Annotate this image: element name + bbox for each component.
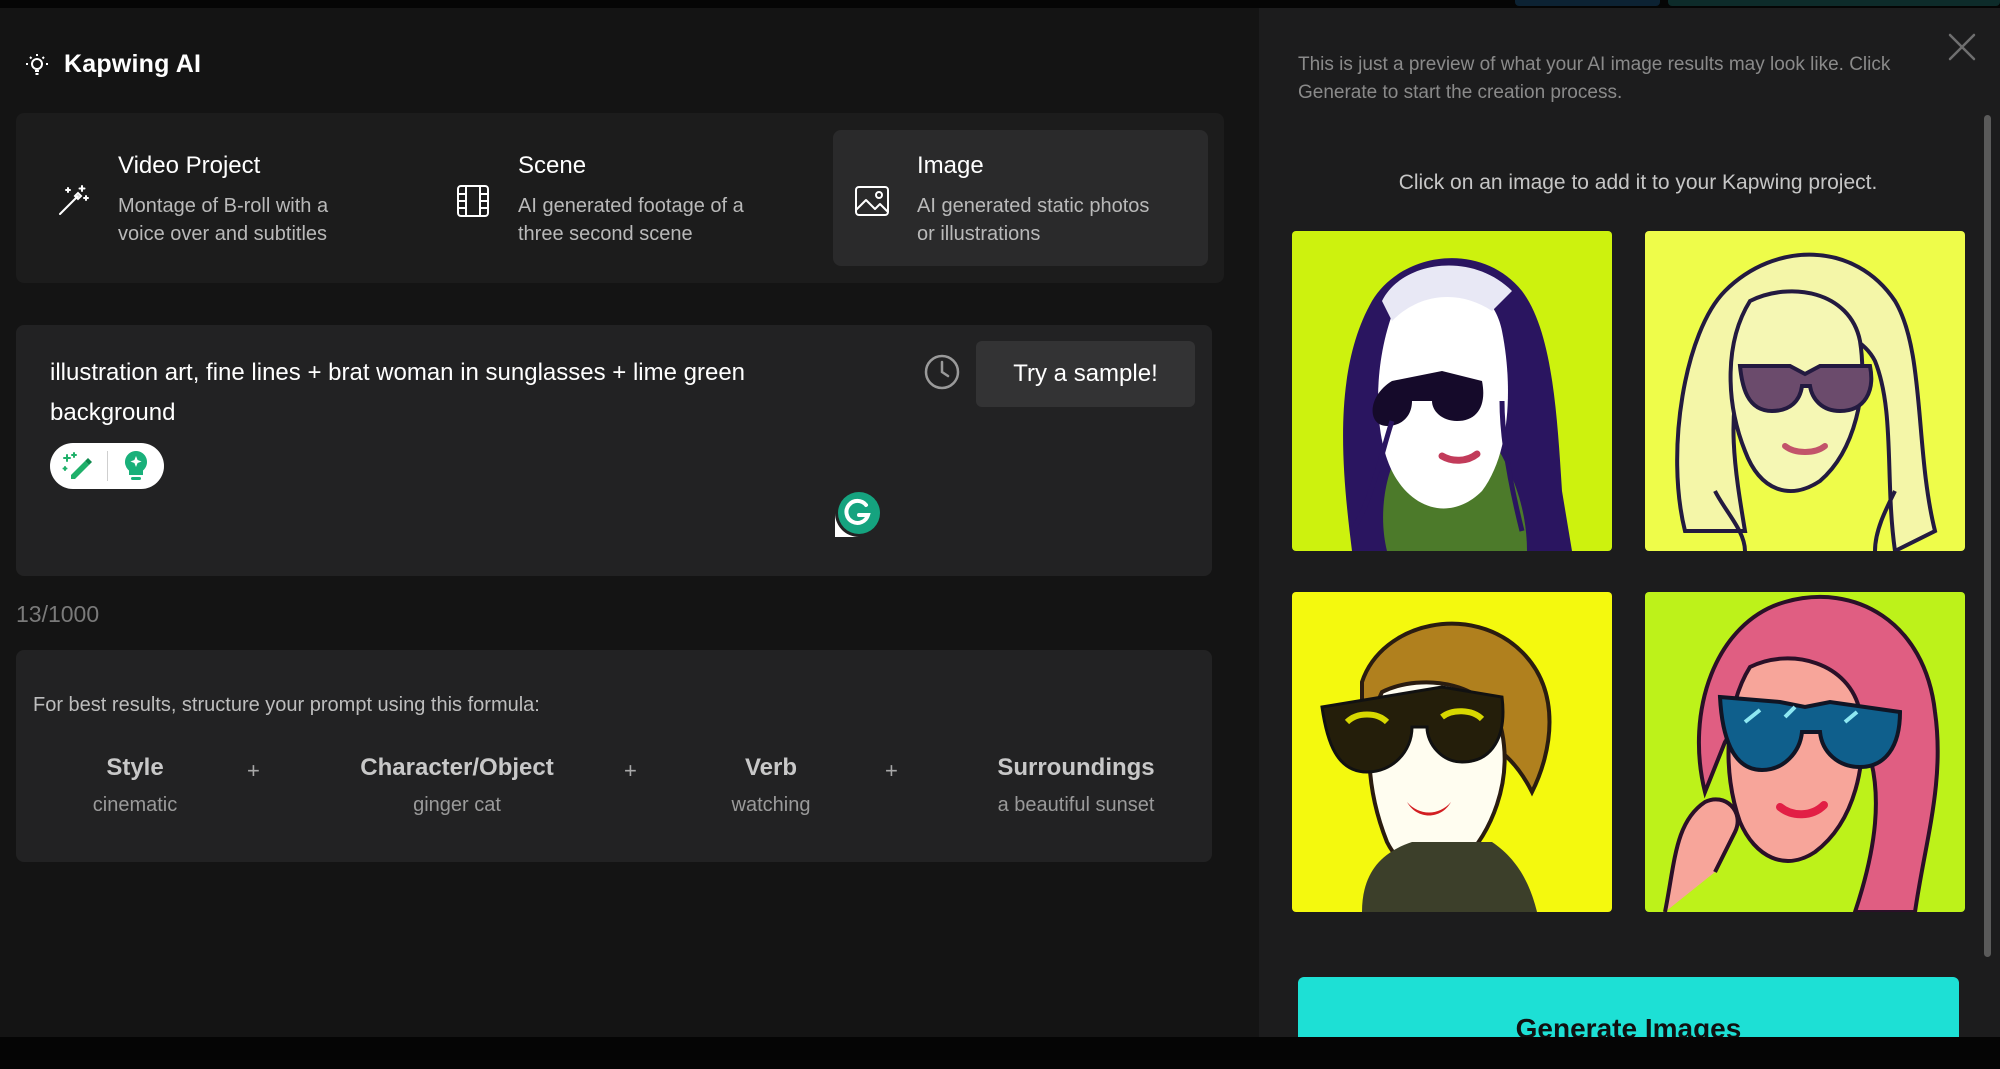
lightbulb-icon xyxy=(26,53,48,75)
mode-image[interactable]: Image AI generated static photos or illu… xyxy=(833,130,1208,266)
woman-illustration xyxy=(1645,592,1965,912)
formula-part-example: watching xyxy=(731,794,811,816)
mode-description: voice over and subtitles xyxy=(118,223,328,245)
film-icon xyxy=(457,185,489,217)
formula-surroundings: Surroundings a beautiful sunset xyxy=(956,754,1196,817)
formula-part-example: ginger cat xyxy=(413,794,501,816)
formula-character: Character/Object ginger cat xyxy=(326,754,588,817)
preview-image-4[interactable] xyxy=(1645,592,1965,912)
mode-title: Image xyxy=(917,152,984,179)
top-tab-2 xyxy=(1668,0,2000,6)
formula-part-example: cinematic xyxy=(92,794,178,816)
woman-illustration xyxy=(1292,231,1612,551)
generate-images-label: Generate Images xyxy=(1515,1013,1742,1037)
grammarly-icon[interactable] xyxy=(833,487,885,539)
brand-title: Kapwing AI xyxy=(64,50,202,78)
formula-plus: + xyxy=(885,758,898,783)
try-sample-button[interactable]: Try a sample! xyxy=(976,341,1195,407)
preview-image-1[interactable] xyxy=(1292,231,1612,551)
image-icon xyxy=(855,186,889,216)
prompt-input[interactable]: illustration art, fine lines + brat woma… xyxy=(50,353,850,433)
brand-header: Kapwing AI xyxy=(24,50,201,79)
formula-part-title: Character/Object xyxy=(360,754,554,781)
prompt-tools xyxy=(50,443,164,489)
formula-guide: For best results, structure your prompt … xyxy=(16,650,1212,862)
preview-scrollbar[interactable] xyxy=(1984,115,1991,957)
formula-heading: For best results, structure your prompt … xyxy=(33,694,540,716)
lightbulb-icon xyxy=(124,451,147,480)
prompt-box[interactable]: illustration art, fine lines + brat woma… xyxy=(16,325,1212,576)
preview-note: This is just a preview of what your AI i… xyxy=(1298,54,1891,103)
formula-verb: Verb watching xyxy=(696,754,846,817)
mode-description: or illustrations xyxy=(917,223,1041,245)
formula-part-title: Verb xyxy=(744,754,798,781)
woman-illustration xyxy=(1292,592,1612,912)
mode-title: Video Project xyxy=(118,152,261,179)
generate-images-button[interactable]: Generate Images xyxy=(1298,977,1959,1037)
woman-illustration xyxy=(1645,231,1965,551)
formula-part-title: Surroundings xyxy=(997,754,1155,781)
mode-video-project[interactable]: Video Project Montage of B-roll with a v… xyxy=(16,130,391,266)
magic-wand-icon xyxy=(59,185,89,215)
magic-pencil-icon xyxy=(62,452,93,479)
top-tab-1 xyxy=(1515,0,1660,6)
idea-button[interactable] xyxy=(107,443,164,489)
history-clock-icon[interactable] xyxy=(923,353,961,391)
formula-plus: + xyxy=(247,758,260,783)
mode-selector: Video Project Montage of B-roll with a v… xyxy=(16,113,1224,283)
formula-style: Style cinematic xyxy=(54,754,216,817)
mode-scene[interactable]: Scene AI generated footage of a three se… xyxy=(416,130,791,266)
preview-hint: Click on an image to add it to your Kapw… xyxy=(1398,171,1878,194)
mode-description: Montage of B-roll with a xyxy=(118,195,329,217)
window-bottom-bar xyxy=(0,1037,2000,1069)
mode-description: three second scene xyxy=(518,223,693,245)
close-icon[interactable] xyxy=(1945,30,1979,64)
mode-description: AI generated footage of a xyxy=(518,195,744,217)
preview-image-2[interactable] xyxy=(1645,231,1965,551)
character-counter: 13/1000 xyxy=(16,601,100,627)
formula-part-title: Style xyxy=(106,754,164,781)
window-top-bar xyxy=(0,0,2000,8)
enhance-prompt-button[interactable] xyxy=(50,443,107,489)
formula-part-example: a beautiful sunset xyxy=(997,794,1155,816)
mode-title: Scene xyxy=(518,152,587,179)
mode-description: AI generated static photos xyxy=(917,195,1150,217)
preview-image-3[interactable] xyxy=(1292,592,1612,912)
formula-plus: + xyxy=(624,758,637,783)
